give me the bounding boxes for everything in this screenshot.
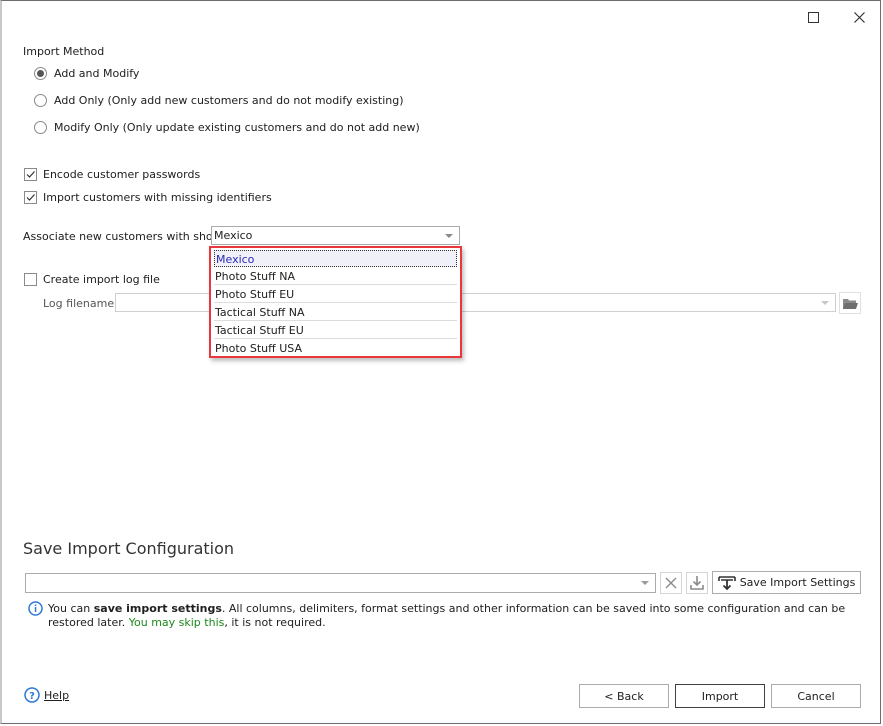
- close-button[interactable]: [844, 5, 874, 29]
- create-log-label[interactable]: Create import log file: [43, 273, 160, 286]
- shop-option-photo-stuff-na[interactable]: Photo Stuff NA: [214, 268, 457, 285]
- radio-modify-only[interactable]: [34, 121, 47, 134]
- save-import-settings-label: Save Import Settings: [739, 576, 856, 589]
- back-label: < Back: [604, 689, 644, 703]
- shop-select[interactable]: Mexico: [211, 226, 460, 245]
- checkmark-icon: [26, 194, 35, 201]
- import-missing-identifiers-label[interactable]: Import customers with missing identifier…: [43, 191, 272, 204]
- save-config-info-text: You can save import settings. All column…: [48, 602, 848, 630]
- save-settings-icon: [717, 575, 736, 590]
- shop-select-value: Mexico: [214, 229, 253, 242]
- save-import-settings-button[interactable]: Save Import Settings: [712, 571, 861, 594]
- clear-icon: [665, 577, 677, 589]
- radio-add-and-modify[interactable]: [34, 67, 47, 80]
- import-dialog: Import Method Add and Modify Add Only (O…: [0, 0, 881, 724]
- info-prefix: You can: [48, 602, 94, 615]
- import-method-label: Import Method: [23, 45, 105, 58]
- close-icon: [853, 11, 865, 23]
- help-link[interactable]: ? Help: [24, 687, 69, 703]
- chevron-down-icon: [821, 300, 829, 305]
- cancel-button[interactable]: Cancel: [771, 684, 861, 708]
- checkmark-icon: [26, 171, 35, 178]
- shop-option-photo-stuff-eu[interactable]: Photo Stuff EU: [214, 286, 457, 303]
- info-suffix: , it is not required.: [224, 616, 326, 629]
- import-label: Import: [701, 689, 739, 703]
- shop-option-tactical-stuff-na[interactable]: Tactical Stuff NA: [214, 304, 457, 321]
- shop-label: Associate new customers with shop: [23, 230, 220, 243]
- maximize-button[interactable]: [798, 5, 828, 29]
- radio-add-and-modify-label[interactable]: Add and Modify: [54, 67, 139, 80]
- radio-modify-only-label[interactable]: Modify Only (Only update existing custom…: [54, 121, 420, 134]
- save-config-heading: Save Import Configuration: [23, 539, 235, 558]
- import-missing-identifiers-checkbox[interactable]: [24, 191, 37, 204]
- help-label: Help: [44, 688, 70, 702]
- encode-passwords-checkbox[interactable]: [24, 168, 37, 181]
- info-bold: save import settings: [93, 602, 222, 615]
- log-filename-label: Log filename: [43, 297, 115, 310]
- encode-passwords-label[interactable]: Encode customer passwords: [43, 168, 200, 181]
- download-icon: [690, 576, 704, 590]
- svg-text:?: ?: [29, 691, 35, 702]
- radio-add-only-label[interactable]: Add Only (Only add new customers and do …: [54, 94, 404, 107]
- import-button[interactable]: Import: [675, 684, 765, 708]
- cancel-label: Cancel: [797, 689, 835, 703]
- clear-config-button[interactable]: [660, 572, 682, 594]
- chevron-down-icon: [445, 233, 453, 238]
- back-button[interactable]: < Back: [579, 684, 669, 708]
- browse-log-button[interactable]: [839, 292, 861, 314]
- create-log-checkbox[interactable]: [24, 273, 37, 286]
- maximize-icon: [807, 11, 819, 23]
- shop-dropdown-list: Mexico Photo Stuff NA Photo Stuff EU Tac…: [209, 246, 462, 358]
- chevron-down-icon: [641, 581, 649, 585]
- shop-option-mexico[interactable]: Mexico: [214, 250, 457, 267]
- config-select[interactable]: [25, 573, 656, 593]
- info-icon: [28, 601, 43, 616]
- folder-icon: [843, 298, 858, 309]
- info-skip-link: You may skip this: [128, 616, 225, 629]
- radio-add-only[interactable]: [34, 94, 47, 107]
- help-icon: ?: [24, 687, 40, 703]
- shop-option-tactical-stuff-eu[interactable]: Tactical Stuff EU: [214, 322, 457, 339]
- shop-option-photo-stuff-usa[interactable]: Photo Stuff USA: [214, 340, 457, 357]
- load-config-button[interactable]: [686, 572, 708, 594]
